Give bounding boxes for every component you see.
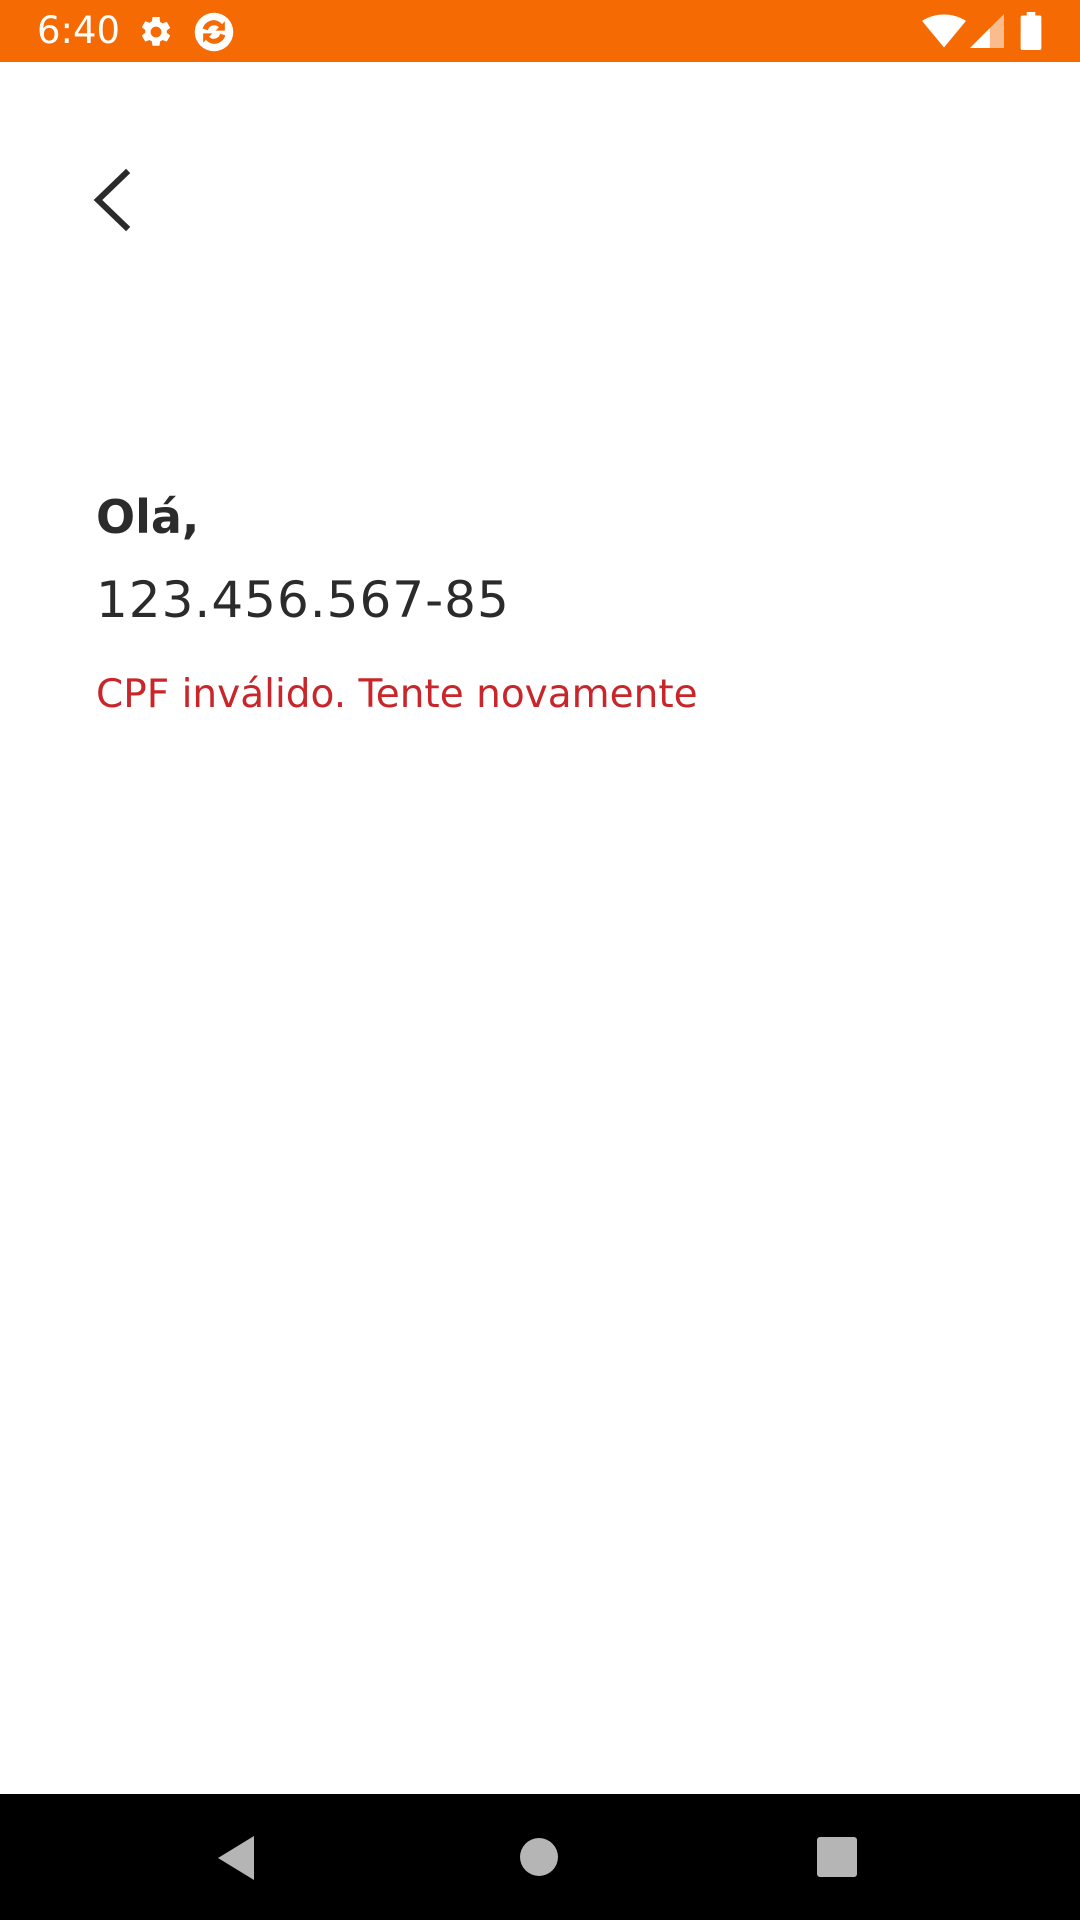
home-circle-icon[interactable] (518, 1836, 560, 1878)
cpf-value: 123.456.567-85 (96, 571, 510, 629)
cell-signal-icon (970, 14, 1004, 48)
wifi-icon (922, 14, 966, 48)
status-time: 6:40 (37, 9, 121, 52)
greeting-title: Olá, (96, 490, 200, 544)
system-nav-bar (0, 1794, 1080, 1920)
app-notification-icon (194, 12, 234, 52)
back-triangle-icon[interactable] (214, 1834, 258, 1882)
app-screen: 6:40 Olá, 123.456.567-85 CPF inválido. T… (0, 0, 1080, 1920)
back-button[interactable] (78, 158, 150, 242)
status-bar: 6:40 (0, 0, 1080, 62)
recents-square-icon[interactable] (816, 1836, 858, 1878)
battery-icon (1020, 12, 1042, 50)
error-message: CPF inválido. Tente novamente (96, 672, 698, 717)
chevron-left-icon (93, 168, 131, 232)
settings-gear-icon (141, 16, 171, 46)
